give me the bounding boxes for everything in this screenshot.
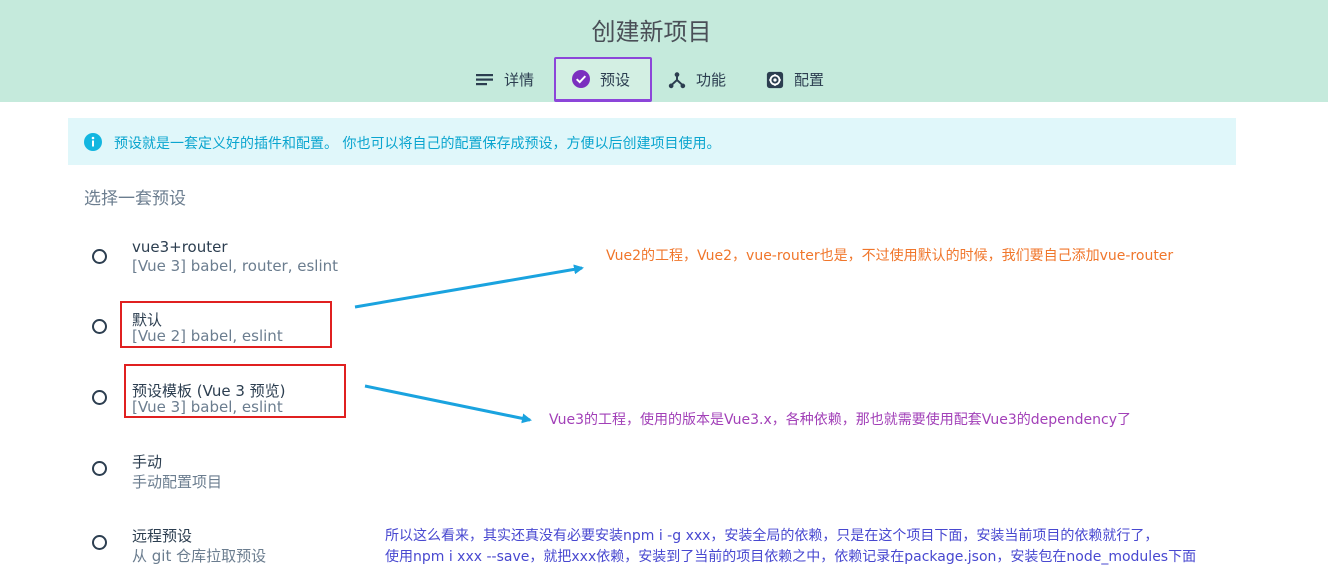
check-circle-icon	[572, 70, 590, 88]
page-title: 创建新项目	[591, 18, 712, 46]
annotation-note-vue2: Vue2的工程，Vue2，vue-router也是，不过使用默认的时候，我们要自…	[606, 248, 1174, 264]
tab-details[interactable]: 详情	[466, 57, 550, 102]
tab-config-label: 配置	[794, 71, 825, 89]
tab-presets-label: 预设	[600, 70, 631, 89]
radio-button[interactable]	[92, 249, 107, 264]
section-title: 选择一套预设	[84, 189, 186, 209]
annotation-note-vue3: Vue3的工程，使用的版本是Vue3.x，各种依赖，那也就需要使用配套Vue3的…	[549, 412, 1132, 428]
radio-button[interactable]	[92, 461, 107, 476]
annotation-note-npm-line-2: 使用npm i xxx --save，就把xxx依赖，安装到了当前的项目依赖之中…	[385, 549, 1197, 565]
preset-description: [Vue 3] babel, router, eslint	[132, 257, 339, 275]
preset-name: 远程预设	[132, 527, 193, 545]
info-icon	[84, 133, 102, 151]
annotation-note-npm-line-1: 所以这么看来，其实还真没有必要安装npm i -g xxx，安装全局的依赖，只是…	[385, 528, 1159, 544]
tab-features[interactable]: 功能	[660, 57, 740, 102]
tab-config[interactable]: 配置	[756, 57, 836, 102]
arrow-to-vue3-note	[364, 384, 532, 424]
annotation-box-default	[120, 301, 332, 348]
preset-description: 手动配置项目	[132, 473, 223, 491]
info-banner: 预设就是一套定义好的插件和配置。 你也可以将自己的配置保存成预设，方便以后创建项…	[68, 118, 1236, 165]
radio-button[interactable]	[92, 535, 107, 550]
tab-presets[interactable]: 预设	[554, 57, 652, 102]
annotation-note-npm: 所以这么看来，其实还真没有必要安装npm i -g xxx，安装全局的依赖，只是…	[385, 526, 1196, 568]
preset-name: 手动	[132, 453, 163, 471]
info-text: 预设就是一套定义好的插件和配置。 你也可以将自己的配置保存成预设，方便以后创建项…	[114, 136, 721, 152]
annotation-box-template	[124, 364, 346, 418]
arrow-to-vue2-note	[354, 264, 584, 309]
fork-icon	[668, 71, 686, 89]
list-icon	[476, 71, 494, 89]
tab-details-label: 详情	[504, 71, 535, 89]
preset-description: 从 git 仓库拉取预设	[132, 547, 267, 565]
preset-name: vue3+router	[132, 238, 228, 256]
tab-features-label: 功能	[696, 71, 727, 89]
radio-button[interactable]	[92, 319, 107, 334]
radio-button[interactable]	[92, 390, 107, 405]
header-bar: 创建新项目 详情 预设 功能 配置	[0, 0, 1328, 102]
settings-icon	[766, 71, 784, 89]
